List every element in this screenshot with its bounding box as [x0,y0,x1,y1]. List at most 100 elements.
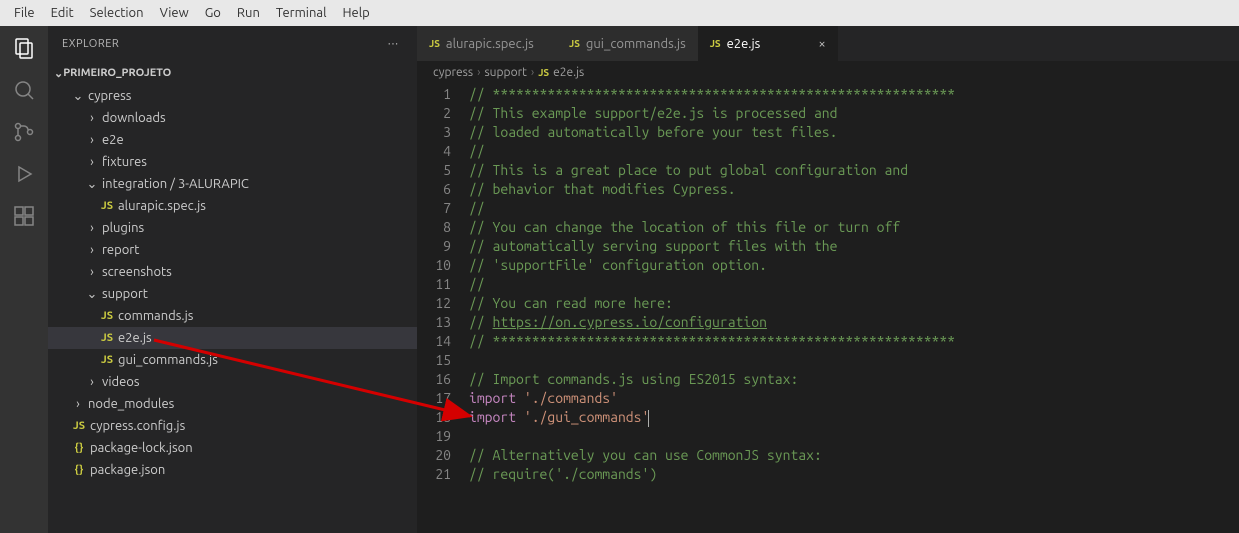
chevron-down-icon: ⌄ [84,287,100,302]
project-name: PRIMEIRO_PROJETO [63,67,171,79]
close-icon[interactable]: × [818,37,825,51]
line-number: 7 [417,199,451,218]
js-icon: JS [98,310,116,322]
code-line[interactable]: // 'supportFile' configuration option. [469,256,955,275]
tree-label: package-lock.json [88,441,193,455]
menu-edit[interactable]: Edit [43,6,82,20]
code-line[interactable]: import './commands' [469,389,955,408]
code-line[interactable]: // [469,142,955,161]
folder-row[interactable]: ⌄support [48,283,417,305]
explorer-icon[interactable] [12,36,36,60]
file-row[interactable]: {}package-lock.json [48,437,417,459]
code-line[interactable]: // automatically serving support files w… [469,237,955,256]
line-number: 14 [417,332,451,351]
line-number: 13 [417,313,451,332]
folder-row[interactable]: ⌄integration / 3-ALURAPIC [48,173,417,195]
folder-row[interactable]: ⌄cypress [48,85,417,107]
code-line[interactable]: // [469,275,955,294]
menu-terminal[interactable]: Terminal [268,6,335,20]
tree-label: commands.js [116,309,193,323]
search-icon[interactable] [12,78,36,102]
menu-selection[interactable]: Selection [82,6,152,20]
breadcrumb-seg: e2e.js [553,66,584,79]
js-icon: JS [98,354,116,366]
line-number: 4 [417,142,451,161]
tree-label: package.json [88,463,165,477]
js-icon: JS [538,67,549,78]
folder-row[interactable]: ›downloads [48,107,417,129]
folder-row[interactable]: ›plugins [48,217,417,239]
file-row[interactable]: JSe2e.js [48,327,417,349]
code-line[interactable]: // https://on.cypress.io/configuration [469,313,955,332]
code-line[interactable]: // You can change the location of this f… [469,218,955,237]
folder-row[interactable]: ›videos [48,371,417,393]
file-row[interactable]: JScypress.config.js [48,415,417,437]
line-number: 12 [417,294,451,313]
tree-label: fixtures [100,155,147,169]
code-line[interactable]: // [469,199,955,218]
folder-row[interactable]: ›node_modules [48,393,417,415]
code-line[interactable]: // You can read more here: [469,294,955,313]
code-line[interactable]: // loaded automatically before your test… [469,123,955,142]
code-line[interactable]: // *************************************… [469,85,955,104]
code-line[interactable]: // Alternatively you can use CommonJS sy… [469,446,955,465]
text-cursor [648,410,649,427]
js-icon: JS [98,200,116,212]
code-area[interactable]: 123456789101112131415161718192021 // ***… [417,83,1239,533]
breadcrumb-seg: support [484,66,526,79]
tree-label: cypress.config.js [88,419,185,433]
project-header[interactable]: ⌄ PRIMEIRO_PROJETO [48,61,417,85]
folder-row[interactable]: ›report [48,239,417,261]
code-line[interactable]: // This example support/e2e.js is proces… [469,104,955,123]
code-line[interactable]: import './gui_commands' [469,408,955,427]
line-number: 18 [417,408,451,427]
code-line[interactable]: // This is a great place to put global c… [469,161,955,180]
extensions-icon[interactable] [12,204,36,228]
code-line[interactable] [469,427,955,446]
sidebar: EXPLORER ··· ⌄ PRIMEIRO_PROJETO ⌄cypress… [48,26,417,533]
code-line[interactable]: // Import commands.js using ES2015 synta… [469,370,955,389]
line-gutter: 123456789101112131415161718192021 [417,83,469,533]
line-number: 10 [417,256,451,275]
chevron-right-icon: › [84,221,100,235]
chevron-right-icon: › [477,66,480,79]
chevron-right-icon: › [70,397,86,411]
source-control-icon[interactable] [12,120,36,144]
code-line[interactable] [469,351,955,370]
breadcrumb[interactable]: cypress › support › JS e2e.js [417,61,1239,83]
folder-row[interactable]: ›fixtures [48,151,417,173]
editor-tab[interactable]: JSgui_commands.js [557,26,698,61]
tree-label: cypress [86,89,131,103]
folder-row[interactable]: ›screenshots [48,261,417,283]
menu-file[interactable]: File [6,6,43,20]
json-icon: {} [70,464,88,476]
editor-tab[interactable]: JSalurapic.spec.js [417,26,557,61]
menu-help[interactable]: Help [334,6,377,20]
tree-label: e2e.js [116,331,152,345]
chevron-right-icon: › [84,155,100,169]
file-row[interactable]: JScommands.js [48,305,417,327]
code-content[interactable]: // *************************************… [469,83,955,533]
code-line[interactable]: // behavior that modifies Cypress. [469,180,955,199]
editor-tab[interactable]: JSe2e.js× [698,26,838,61]
line-number: 20 [417,446,451,465]
file-row[interactable]: JSgui_commands.js [48,349,417,371]
file-row[interactable]: JSalurapic.spec.js [48,195,417,217]
code-line[interactable]: // require('./commands') [469,465,955,484]
file-row[interactable]: {}package.json [48,459,417,481]
tree-label: plugins [100,221,144,235]
line-number: 17 [417,389,451,408]
menu-go[interactable]: Go [197,6,229,20]
tree-label: screenshots [100,265,172,279]
tree-label: integration / 3-ALURAPIC [100,177,249,191]
activity-bar [0,26,48,533]
code-line[interactable]: // *************************************… [469,332,955,351]
folder-row[interactable]: ›e2e [48,129,417,151]
menu-bar: File Edit Selection View Go Run Terminal… [0,0,1239,26]
menu-run[interactable]: Run [229,6,268,20]
line-number: 6 [417,180,451,199]
tree-label: e2e [100,133,124,147]
menu-view[interactable]: View [152,6,197,20]
run-debug-icon[interactable] [12,162,36,186]
more-icon[interactable]: ··· [384,38,403,50]
